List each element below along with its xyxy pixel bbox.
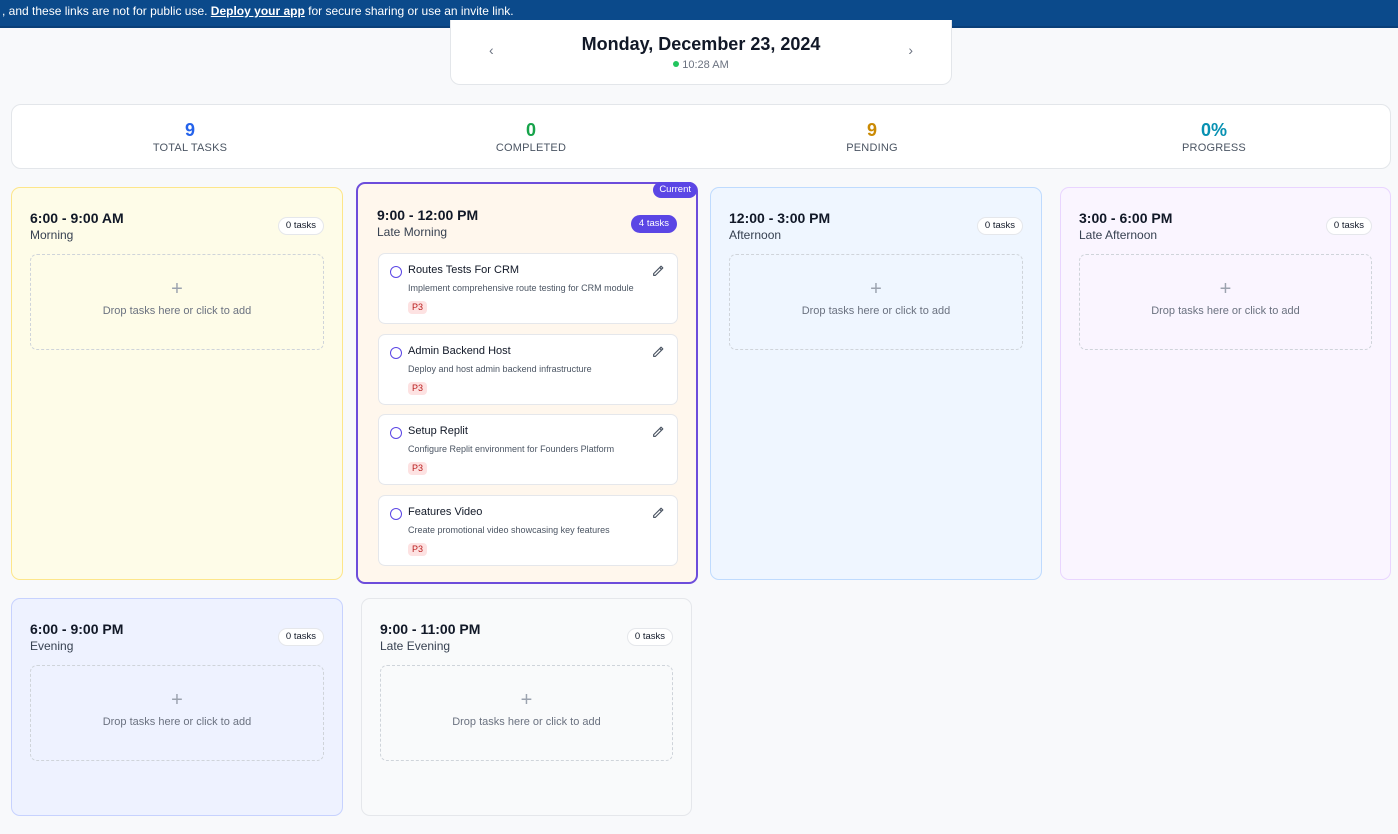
- banner-text-end: for secure sharing or use an invite link…: [304, 4, 514, 18]
- stat-progress-value: 0%: [1200, 120, 1227, 140]
- block-name: Late Morning: [377, 225, 448, 239]
- task-title: Setup Replit: [408, 425, 468, 437]
- stat-pending-label: PENDING: [846, 142, 898, 154]
- priority-badge: P3: [408, 301, 428, 314]
- plus-icon: +: [870, 278, 882, 300]
- block-time-range: 9:00 - 12:00 PM: [377, 207, 479, 223]
- task-description: Create promotional video showcasing key …: [408, 525, 610, 535]
- block-name: Late Evening: [380, 639, 451, 653]
- live-dot-icon: [673, 61, 680, 67]
- stat-progress-label: PROGRESS: [1182, 142, 1246, 154]
- time-block-late-evening[interactable]: 9:00 - 11:00 PM Late Evening 0 tasks + D…: [361, 598, 692, 816]
- pencil-icon[interactable]: [651, 345, 665, 359]
- task-card[interactable]: Setup Replit Configure Replit environmen…: [378, 414, 678, 485]
- stat-completed: 0 COMPLETED: [411, 119, 651, 154]
- current-time-text: 10:28 AM: [682, 59, 729, 71]
- block-name: Afternoon: [729, 228, 782, 242]
- task-card[interactable]: Features Video Create promotional video …: [378, 495, 678, 566]
- task-count-badge: 0 tasks: [976, 217, 1023, 235]
- dropzone[interactable]: + Drop tasks here or click to add: [1079, 254, 1372, 350]
- date-navigator: ‹ Monday, December 23, 2024 10:28 AM ›: [450, 20, 952, 85]
- task-checkbox[interactable]: [390, 508, 402, 520]
- stat-completed-value: 0: [525, 120, 536, 140]
- task-checkbox[interactable]: [390, 427, 402, 439]
- time-block-afternoon[interactable]: 12:00 - 3:00 PM Afternoon 0 tasks + Drop…: [710, 187, 1042, 580]
- plus-icon: +: [171, 689, 183, 711]
- pencil-icon[interactable]: [651, 264, 665, 278]
- task-count-badge: 0 tasks: [1325, 217, 1372, 235]
- dropzone[interactable]: + Drop tasks here or click to add: [729, 254, 1023, 350]
- banner-text-start: , and these links are not for public use…: [2, 4, 211, 18]
- stat-pending-value: 9: [866, 120, 877, 140]
- time-block-morning[interactable]: 6:00 - 9:00 AM Morning 0 tasks + Drop ta…: [11, 187, 343, 580]
- block-time-range: 12:00 - 3:00 PM: [729, 210, 831, 226]
- task-card[interactable]: Routes Tests For CRM Implement comprehen…: [378, 253, 678, 324]
- plus-icon: +: [1219, 278, 1232, 300]
- current-block-tag: Current: [653, 182, 697, 198]
- stat-progress: 0% PROGRESS: [1094, 119, 1334, 154]
- task-title: Features Video: [408, 506, 483, 518]
- pencil-icon[interactable]: [651, 506, 665, 520]
- chevron-right-icon[interactable]: ›: [908, 42, 913, 58]
- priority-badge: P3: [408, 382, 428, 395]
- deploy-app-link[interactable]: Deploy your app: [211, 4, 305, 18]
- task-checkbox[interactable]: [390, 347, 402, 359]
- task-card[interactable]: Admin Backend Host Deploy and host admin…: [378, 334, 678, 405]
- task-count-badge: 4 tasks: [630, 215, 677, 233]
- task-count-badge: 0 tasks: [277, 217, 324, 235]
- block-time-range: 3:00 - 6:00 PM: [1079, 210, 1173, 226]
- task-count-badge: 0 tasks: [626, 628, 673, 646]
- dropzone-hint: Drop tasks here or click to add: [1151, 305, 1300, 317]
- task-checkbox[interactable]: [390, 266, 402, 278]
- task-count-badge: 0 tasks: [277, 628, 324, 646]
- dropzone-hint: Drop tasks here or click to add: [102, 716, 252, 728]
- plus-icon: +: [520, 689, 533, 711]
- task-description: Deploy and host admin backend infrastruc…: [408, 364, 592, 374]
- block-name: Evening: [30, 639, 74, 653]
- priority-badge: P3: [408, 543, 428, 556]
- stat-total-value: 9: [184, 120, 195, 140]
- time-block-late-afternoon[interactable]: 3:00 - 6:00 PM Late Afternoon 0 tasks + …: [1060, 187, 1391, 580]
- stats-bar: 9 TOTAL TASKS 0 COMPLETED 9 PENDING 0% P…: [11, 104, 1391, 169]
- current-date: Monday, December 23, 2024: [581, 34, 821, 54]
- block-time-range: 9:00 - 11:00 PM: [380, 621, 481, 637]
- time-block-late-morning[interactable]: Current 9:00 - 12:00 PM Late Morning 4 t…: [356, 182, 698, 584]
- block-time-range: 6:00 - 9:00 PM: [30, 621, 124, 637]
- block-name: Late Afternoon: [1079, 228, 1158, 242]
- priority-badge: P3: [408, 462, 428, 475]
- stat-total-label: TOTAL TASKS: [152, 142, 228, 154]
- task-title: Admin Backend Host: [408, 345, 511, 357]
- dropzone-hint: Drop tasks here or click to add: [102, 305, 252, 317]
- plus-icon: +: [171, 278, 183, 300]
- dropzone[interactable]: + Drop tasks here or click to add: [380, 665, 673, 761]
- current-time: 10:28 AM: [451, 59, 951, 71]
- dropzone[interactable]: + Drop tasks here or click to add: [30, 665, 324, 761]
- time-block-evening[interactable]: 6:00 - 9:00 PM Evening 0 tasks + Drop ta…: [11, 598, 343, 816]
- stat-completed-label: COMPLETED: [495, 142, 567, 154]
- block-name: Morning: [30, 228, 74, 242]
- stat-pending: 9 PENDING: [752, 119, 992, 154]
- pencil-icon[interactable]: [651, 425, 665, 439]
- dropzone-hint: Drop tasks here or click to add: [801, 305, 951, 317]
- task-title: Routes Tests For CRM: [408, 264, 520, 276]
- block-time-range: 6:00 - 9:00 AM: [30, 210, 124, 226]
- task-description: Configure Replit environment for Founder…: [408, 444, 615, 454]
- task-description: Implement comprehensive route testing fo…: [408, 283, 634, 293]
- dropzone[interactable]: + Drop tasks here or click to add: [30, 254, 324, 350]
- dropzone-hint: Drop tasks here or click to add: [452, 716, 601, 728]
- stat-total-tasks: 9 TOTAL TASKS: [70, 119, 310, 154]
